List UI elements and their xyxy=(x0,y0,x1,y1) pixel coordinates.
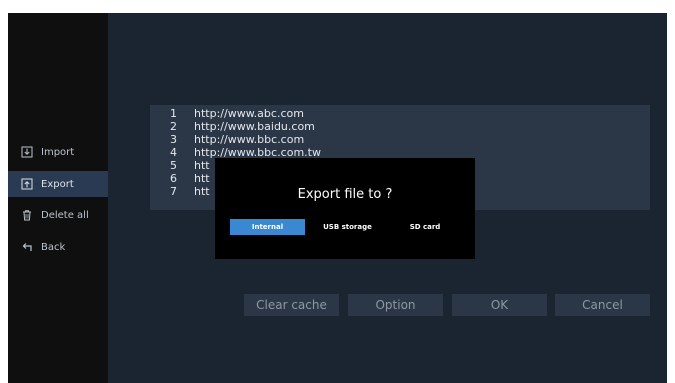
list-item-url: htt xyxy=(194,185,210,198)
option-sd-card[interactable]: SD card xyxy=(390,219,460,235)
option-internal[interactable]: Internal xyxy=(230,219,305,235)
option-button[interactable]: Option xyxy=(348,294,443,316)
import-icon xyxy=(20,146,33,159)
sidebar-item-export[interactable]: Export xyxy=(8,171,108,197)
cancel-button[interactable]: Cancel xyxy=(555,294,650,316)
sidebar-item-label: Back xyxy=(41,241,66,253)
list-item-url: http://www.bbc.com xyxy=(194,133,305,146)
sidebar-item-label: Import xyxy=(41,146,75,158)
list-item-number: 1 xyxy=(170,107,177,120)
list-item-url: http://www.baidu.com xyxy=(194,120,315,133)
sidebar-item-delete-all[interactable]: Delete all xyxy=(8,202,108,228)
sidebar-item-import[interactable]: Import xyxy=(8,139,108,165)
sidebar-item-back[interactable]: Back xyxy=(8,234,108,260)
list-item-url: htt xyxy=(194,159,210,172)
sidebar: Import Export Delete all Back xyxy=(8,13,108,383)
list-item-number: 4 xyxy=(170,146,177,159)
ok-button[interactable]: OK xyxy=(452,294,547,316)
screen: Import Export Delete all Back 1 http://w… xyxy=(8,13,667,383)
export-dialog: Export file to ? Internal USB storage SD… xyxy=(215,158,475,259)
list-item-number: 7 xyxy=(170,185,177,198)
list-item-url: htt xyxy=(194,172,210,185)
clear-cache-button[interactable]: Clear cache xyxy=(244,294,339,316)
sidebar-item-label: Export xyxy=(41,178,74,190)
list-item-number: 2 xyxy=(170,120,177,133)
list-item-number: 3 xyxy=(170,133,177,146)
list-item-url: http://www.abc.com xyxy=(194,107,304,120)
list-item-number: 6 xyxy=(170,172,177,185)
list-item-number: 5 xyxy=(170,159,177,172)
option-usb-storage[interactable]: USB storage xyxy=(310,219,385,235)
dialog-title: Export file to ? xyxy=(297,187,393,202)
sidebar-item-label: Delete all xyxy=(41,209,89,221)
trash-icon xyxy=(20,209,33,222)
export-icon xyxy=(20,178,33,191)
back-arrow-icon xyxy=(20,241,33,254)
